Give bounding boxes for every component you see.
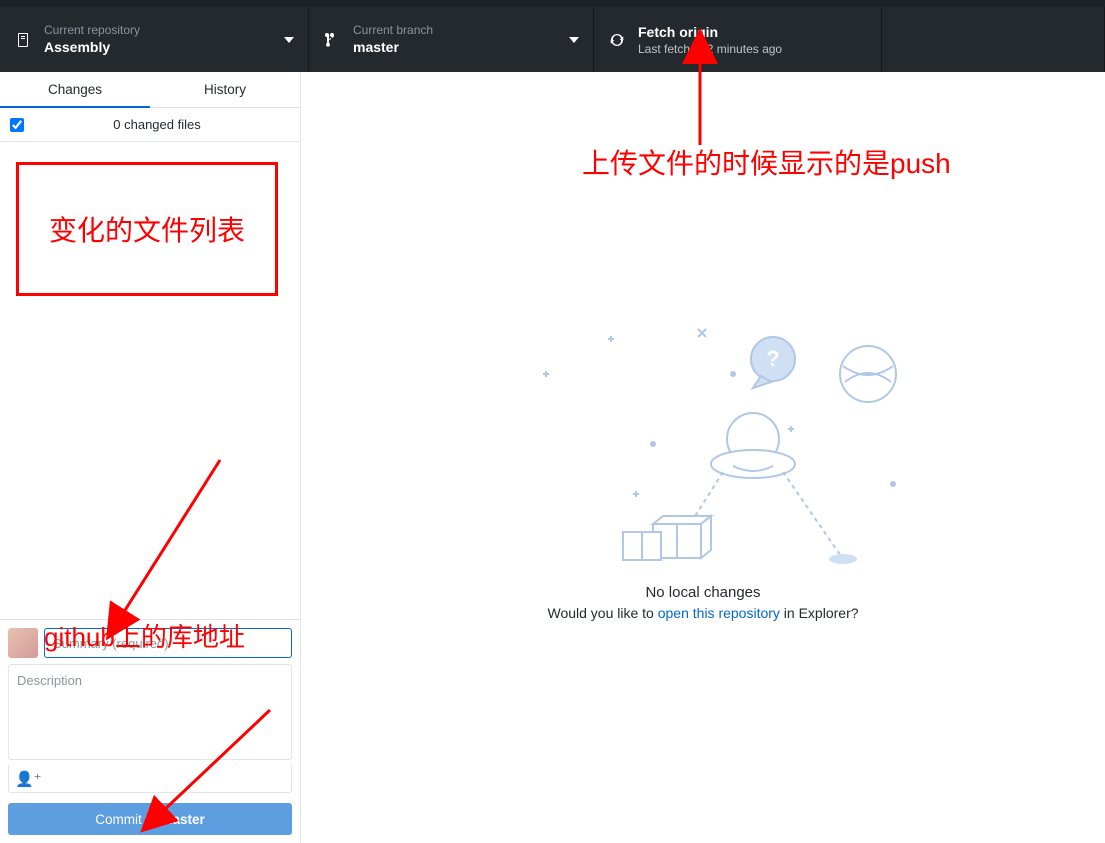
repo-icon	[14, 31, 32, 49]
commit-button-branch: master	[160, 812, 204, 827]
fetch-button[interactable]: Fetch origin Last fetched 2 minutes ago	[594, 7, 882, 72]
empty-state: ?	[473, 294, 933, 621]
branch-label: Current branch	[353, 23, 559, 37]
tab-history[interactable]: History	[150, 72, 300, 108]
title-bar	[0, 0, 1105, 7]
commit-summary-input[interactable]	[44, 628, 292, 658]
empty-text-after: in Explorer?	[780, 605, 859, 621]
commit-description-input[interactable]	[8, 664, 292, 760]
toolbar-spacer	[882, 7, 1105, 72]
sync-icon	[608, 31, 626, 49]
repo-label: Current repository	[44, 23, 274, 37]
commit-button[interactable]: Commit to master	[8, 803, 292, 835]
branch-text: Current branch master	[353, 23, 559, 56]
add-coauthor-button[interactable]: 👤⁺	[8, 765, 292, 793]
svg-text:?: ?	[766, 346, 779, 371]
chevron-down-icon	[569, 37, 579, 43]
empty-text-before: Would you like to	[547, 605, 657, 621]
sidebar: Changes History 0 changed files 👤⁺ Commi…	[0, 72, 301, 843]
branch-selector[interactable]: Current branch master	[309, 7, 594, 72]
repo-text: Current repository Assembly	[44, 23, 274, 56]
fetch-subtitle: Last fetched 2 minutes ago	[638, 42, 867, 56]
commit-button-prefix: Commit to	[95, 812, 160, 827]
avatar	[8, 628, 38, 658]
open-repository-link[interactable]: open this repository	[658, 605, 780, 621]
toolbar: Current repository Assembly Current bran…	[0, 7, 1105, 72]
branch-icon	[323, 31, 341, 49]
fetch-title: Fetch origin	[638, 23, 867, 41]
branch-value: master	[353, 38, 559, 56]
sidebar-tabs: Changes History	[0, 72, 300, 108]
empty-text: Would you like to open this repository i…	[473, 605, 933, 621]
repo-selector[interactable]: Current repository Assembly	[0, 7, 309, 72]
chevron-down-icon	[284, 37, 294, 43]
add-person-icon: 👤⁺	[15, 770, 42, 788]
changed-files-header: 0 changed files	[0, 108, 300, 142]
repo-value: Assembly	[44, 38, 274, 56]
commit-form: 👤⁺ Commit to master	[0, 619, 300, 843]
empty-illustration: ?	[473, 294, 933, 574]
tab-changes[interactable]: Changes	[0, 72, 150, 108]
empty-title: No local changes	[473, 584, 933, 601]
content-area: ?	[301, 72, 1105, 843]
select-all-checkbox[interactable]	[10, 118, 24, 132]
changed-files-list	[0, 142, 300, 619]
fetch-text: Fetch origin Last fetched 2 minutes ago	[638, 23, 867, 55]
changed-files-count: 0 changed files	[24, 117, 290, 132]
main-area: Changes History 0 changed files 👤⁺ Commi…	[0, 72, 1105, 843]
